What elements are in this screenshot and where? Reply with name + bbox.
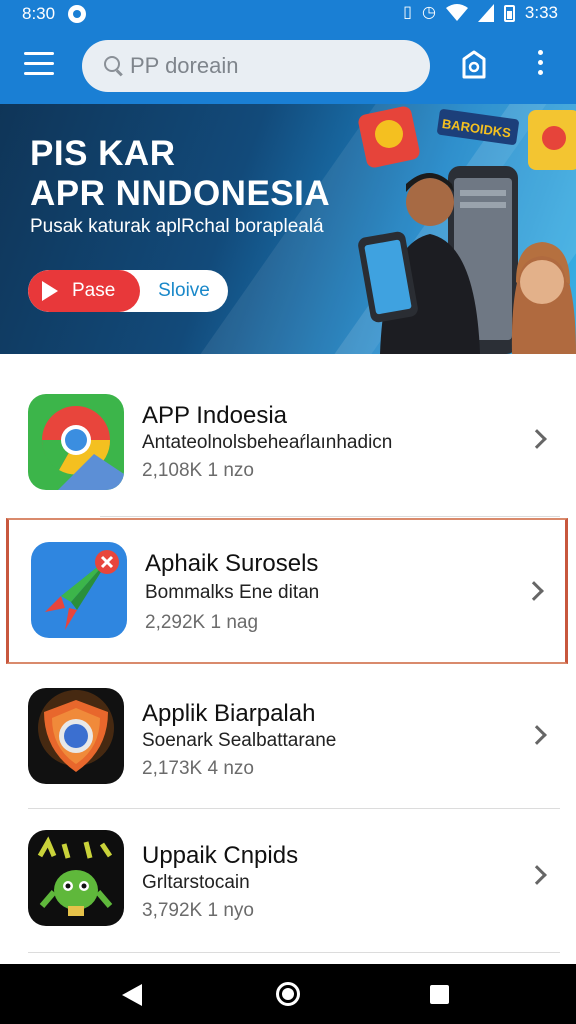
banner-play-button[interactable]: Pase <box>28 270 140 312</box>
promo-banner[interactable]: PIS KAR APR NNDONESIA Pusak katurak aplR… <box>0 104 576 354</box>
recent-apps-icon[interactable] <box>430 985 449 1004</box>
app-bar <box>0 28 576 104</box>
list-item[interactable]: Uppaik Cnpids Grltarstocain 3,792K 1 nyo <box>0 810 576 954</box>
app-name: Aphaik Surosels <box>145 550 319 577</box>
banner-title: PIS KAR APR NNDONESIA <box>30 134 330 214</box>
search-bar[interactable] <box>82 40 430 92</box>
app-description: Antateolnolsbeheaŕlaınhadicn <box>142 432 393 453</box>
banner-button-group: Pase Sloive <box>28 270 228 312</box>
wifi-icon <box>445 4 468 21</box>
chrome-maps-app-icon <box>28 394 124 490</box>
app-description: Grltarstocain <box>142 872 250 893</box>
app-name: Applik Biarpalah <box>142 700 316 727</box>
list-item[interactable]: Applik Biarpalah Soenark Sealbattarane 2… <box>0 666 576 810</box>
vibrate-icon: ▯ <box>403 4 412 21</box>
banner-title-line2: APR NNDONESIA <box>30 174 331 213</box>
search-icon <box>104 56 124 76</box>
app-name: APP Indoesia <box>142 402 287 429</box>
app-meta: 2,292K 1 nag <box>145 612 259 633</box>
banner-secondary-label: Sloive <box>158 280 210 301</box>
app-meta: 2,108K 1 nzo <box>142 460 254 481</box>
notification-icon <box>68 5 86 23</box>
banner-play-label: Pase <box>72 280 116 301</box>
shield-browser-app-icon <box>28 688 124 784</box>
more-options-icon[interactable] <box>530 50 550 80</box>
list-item-selected[interactable]: Aphaik Surosels Bommalks Ene ditan 2,292… <box>6 518 568 664</box>
rocket-app-icon <box>31 542 127 638</box>
chevron-right-icon <box>527 865 547 885</box>
app-description: Bommalks Ene ditan <box>145 582 320 603</box>
system-nav-bar <box>0 964 576 1024</box>
list-item[interactable]: APP Indoesia Antateolnolsbeheaŕlaınhadic… <box>0 364 576 508</box>
divider <box>28 808 560 809</box>
banner-illustration: BAROIDKS <box>358 106 576 354</box>
status-icons: ▯ ◷ 3:33 <box>403 4 558 22</box>
play-icon <box>42 281 58 301</box>
app-name: Uppaik Cnpids <box>142 842 299 869</box>
banner-subtitle: Pusak katurak aplRchal boraplealá <box>30 216 324 237</box>
store-icon[interactable] <box>460 50 488 80</box>
search-input[interactable] <box>130 53 410 79</box>
chevron-right-icon <box>527 429 547 449</box>
home-icon[interactable] <box>276 982 300 1006</box>
android-mascot-app-icon <box>28 830 124 926</box>
battery-icon <box>503 4 515 22</box>
signal-icon <box>477 4 494 22</box>
back-icon[interactable] <box>122 984 142 1006</box>
alarm-icon: ◷ <box>421 4 436 21</box>
banner-title-line1: PIS KAR <box>30 134 176 173</box>
chevron-right-icon <box>527 725 547 745</box>
app-meta: 2,173K 4 nzo <box>142 758 254 779</box>
banner-secondary-button[interactable]: Sloive <box>140 270 228 312</box>
status-bar: 8:30 ▯ ◷ 3:33 <box>0 0 576 28</box>
status-time-right: 3:33 <box>524 3 558 22</box>
divider <box>28 952 560 953</box>
app-description: Soenark Sealbattarane <box>142 730 337 751</box>
menu-icon[interactable] <box>24 52 54 78</box>
status-time-left: 8:30 <box>22 4 56 23</box>
divider <box>100 516 560 517</box>
app-meta: 3,792K 1 nyo <box>142 900 254 921</box>
chevron-right-icon <box>524 581 544 601</box>
